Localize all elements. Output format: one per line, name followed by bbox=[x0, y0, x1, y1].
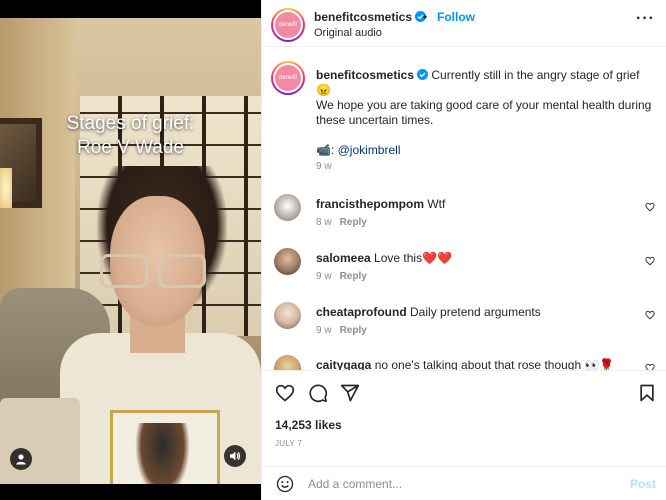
video-caption-line1: Stages of grief: bbox=[66, 113, 195, 134]
add-comment-bar: Post bbox=[262, 466, 666, 500]
post-comment-button[interactable]: Post bbox=[630, 477, 656, 491]
comment-row: francisthepompom Wtf 8 w Reply bbox=[262, 194, 666, 244]
caption-timestamp[interactable]: 9 w bbox=[316, 161, 332, 172]
lamp bbox=[0, 168, 12, 208]
comment-time[interactable]: 9 w bbox=[316, 325, 332, 336]
header-separator: • bbox=[423, 10, 428, 24]
video-frame[interactable] bbox=[0, 18, 261, 484]
like-comment-heart-icon[interactable] bbox=[645, 363, 655, 370]
commenter-avatar[interactable] bbox=[274, 302, 301, 329]
shirt-print-figure bbox=[135, 423, 190, 484]
comment-body: Wtf bbox=[427, 197, 446, 211]
caption-mention-link[interactable]: @jokimbrell bbox=[338, 143, 401, 157]
tagged-users-button[interactable] bbox=[10, 448, 32, 470]
comment-row: caitygaga no one's talking about that ro… bbox=[262, 355, 666, 370]
comment-meta: 8 w Reply bbox=[316, 217, 367, 228]
like-comment-heart-icon[interactable] bbox=[645, 256, 655, 266]
caption-text-line1: Currently still in the angry stage of gr… bbox=[431, 68, 640, 82]
post-caption: benefitcosmetics Currently still in the … bbox=[316, 68, 656, 158]
comment-username[interactable]: cheataprofound bbox=[316, 305, 407, 319]
caption-username[interactable]: benefitcosmetics bbox=[316, 68, 414, 82]
camera-emoji: 📹: bbox=[316, 143, 335, 157]
comment-row: salomeea Love this❤️❤️ 9 w Reply bbox=[262, 248, 666, 298]
reply-button[interactable]: Reply bbox=[340, 271, 367, 282]
commenter-avatar-fill bbox=[274, 302, 301, 329]
video-player[interactable]: Stages of grief: Roe V Wade bbox=[0, 0, 261, 500]
comment-meta: 9 w Reply bbox=[316, 271, 367, 282]
comment-body: Love this❤️❤️ bbox=[374, 251, 452, 265]
comment-text: salomeea Love this❤️❤️ bbox=[316, 251, 452, 265]
mute-toggle-button[interactable] bbox=[224, 445, 246, 467]
person-glasses bbox=[100, 254, 210, 290]
comment-time[interactable]: 9 w bbox=[316, 271, 332, 282]
audio-label[interactable]: Original audio bbox=[314, 27, 382, 39]
commenter-avatar-fill bbox=[274, 355, 301, 370]
share-icon[interactable] bbox=[340, 383, 360, 403]
avatar-logo: benefit bbox=[275, 12, 301, 38]
commenter-avatar[interactable] bbox=[274, 194, 301, 221]
commenter-avatar-fill bbox=[274, 194, 301, 221]
comment-username[interactable]: francisthepompom bbox=[316, 197, 424, 211]
comment-row: cheataprofound Daily pretend arguments 9… bbox=[262, 302, 666, 352]
comment-text: cheataprofound Daily pretend arguments bbox=[316, 305, 541, 319]
author-avatar[interactable]: benefit bbox=[271, 8, 305, 42]
like-comment-heart-icon[interactable] bbox=[645, 202, 655, 212]
comment-icon[interactable] bbox=[308, 383, 328, 403]
bookmark-icon[interactable] bbox=[637, 383, 657, 403]
comment-text: caitygaga no one's talking about that ro… bbox=[316, 358, 614, 370]
emoji-icon[interactable] bbox=[276, 475, 294, 493]
commenter-avatar[interactable] bbox=[274, 355, 301, 370]
commenter-avatar-fill bbox=[274, 248, 301, 275]
follow-button[interactable]: Follow bbox=[437, 10, 475, 24]
comment-body: no one's talking about that rose though … bbox=[374, 358, 615, 370]
video-caption-line2: Roe V Wade bbox=[76, 137, 184, 158]
heart-icon[interactable] bbox=[275, 383, 295, 403]
comment-time[interactable]: 8 w bbox=[316, 217, 332, 228]
comments-section[interactable]: benefit benefitcosmetics Currently still… bbox=[262, 48, 666, 370]
comment-username[interactable]: caitygaga bbox=[316, 358, 371, 370]
angry-emoji: 😠 bbox=[316, 83, 331, 97]
more-options-button[interactable]: ··· bbox=[636, 10, 655, 28]
post-date[interactable]: JULY 7 bbox=[275, 439, 302, 448]
reply-button[interactable]: Reply bbox=[340, 217, 367, 228]
reply-button[interactable]: Reply bbox=[340, 325, 367, 336]
caption-text-line2: We hope you are taking good care of your… bbox=[316, 98, 652, 127]
post-modal: Stages of grief: Roe V Wade benefit bene… bbox=[0, 0, 666, 500]
post-header: benefit benefitcosmetics • Follow Origin… bbox=[262, 0, 666, 47]
comment-text: francisthepompom Wtf bbox=[316, 197, 445, 211]
post-actions: 14,253 likes JULY 7 bbox=[262, 370, 666, 466]
avatar-logo: benefit bbox=[275, 65, 301, 91]
like-comment-heart-icon[interactable] bbox=[645, 310, 655, 320]
comment-username[interactable]: salomeea bbox=[316, 251, 371, 265]
author-username-text[interactable]: benefitcosmetics bbox=[314, 10, 412, 24]
comment-body: Daily pretend arguments bbox=[410, 305, 541, 319]
author-username[interactable]: benefitcosmetics bbox=[314, 10, 427, 24]
commenter-avatar[interactable] bbox=[274, 248, 301, 275]
comment-meta: 9 w Reply bbox=[316, 325, 367, 336]
sound-icon bbox=[230, 451, 241, 461]
caption-author-avatar[interactable]: benefit bbox=[271, 61, 305, 95]
add-comment-input[interactable] bbox=[308, 475, 618, 493]
verified-badge-icon bbox=[417, 69, 429, 80]
pillow bbox=[0, 398, 80, 484]
user-icon bbox=[16, 454, 26, 465]
post-details-panel: benefit benefitcosmetics • Follow Origin… bbox=[261, 0, 666, 500]
likes-count[interactable]: 14,253 likes bbox=[275, 418, 342, 432]
